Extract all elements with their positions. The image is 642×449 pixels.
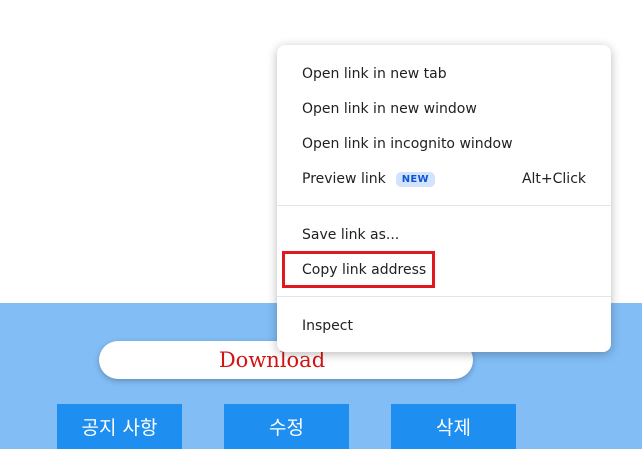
menu-item-label: Open link in new window — [302, 101, 477, 117]
menu-item-label: Save link as... — [302, 227, 400, 243]
menu-item-open-new-window[interactable]: Open link in new window — [277, 92, 611, 126]
menu-item-preview-link[interactable]: Preview link NEW Alt+Click — [277, 162, 611, 196]
context-menu: Open link in new tab Open link in new wi… — [277, 45, 611, 352]
menu-item-label: Open link in incognito window — [302, 136, 513, 152]
edit-button[interactable]: 수정 — [224, 404, 349, 449]
menu-item-label: Open link in new tab — [302, 66, 447, 82]
menu-item-label: Copy link address — [302, 262, 427, 278]
menu-item-open-new-tab[interactable]: Open link in new tab — [277, 57, 611, 91]
menu-item-copy-link-address[interactable]: Copy link address — [277, 253, 611, 287]
menu-item-open-incognito[interactable]: Open link in incognito window — [277, 127, 611, 161]
menu-item-save-link[interactable]: Save link as... — [277, 218, 611, 252]
menu-item-inspect[interactable]: Inspect — [277, 309, 611, 343]
shortcut-label: Alt+Click — [521, 171, 586, 187]
notice-button[interactable]: 공지 사항 — [57, 404, 182, 449]
menu-item-label: Inspect — [302, 318, 353, 334]
delete-button[interactable]: 삭제 — [391, 404, 516, 449]
menu-separator — [277, 296, 611, 297]
menu-separator — [277, 205, 611, 206]
new-badge: NEW — [395, 171, 435, 187]
menu-item-label: Preview link — [302, 171, 386, 187]
